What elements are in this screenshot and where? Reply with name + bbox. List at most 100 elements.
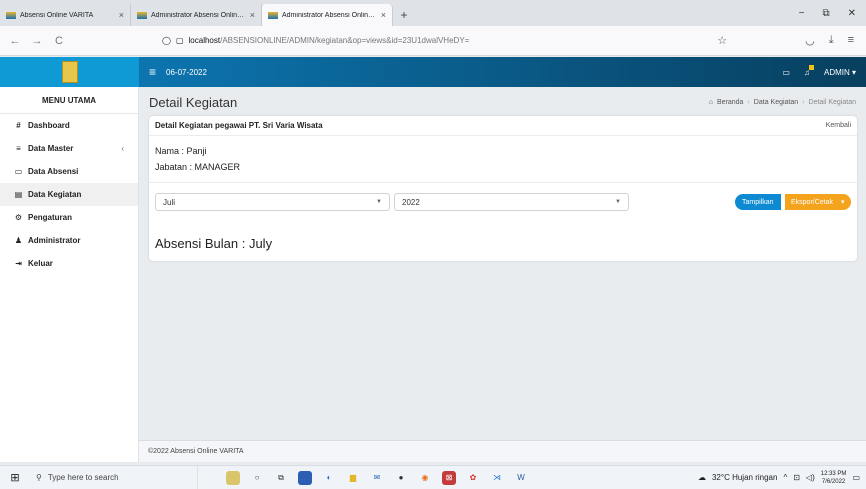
restore-icon[interactable]: ⧉ — [822, 8, 829, 19]
volume-icon[interactable]: ◁) — [806, 473, 815, 482]
dashboard-icon: # — [16, 121, 21, 130]
site-favicon-icon — [6, 11, 16, 19]
notification-bell-icon[interactable]: ♫ — [804, 64, 814, 77]
sidebar-item-pengaturan[interactable]: ⚙ Pengaturan — [0, 206, 138, 229]
sidebar-item-data-kegiatan[interactable]: ▤ Data Kegiatan — [0, 183, 138, 206]
sidebar-item-keluar[interactable]: ⇥ Keluar — [0, 252, 138, 275]
page-icon: ▢ — [175, 36, 184, 45]
browser-tab-2[interactable]: Administrator Absensi Online V × — [131, 4, 262, 26]
close-tab-icon[interactable]: × — [381, 10, 386, 20]
app-header: ≡ 06-07-2022 ▭ ♫ ADMIN ▾ — [0, 57, 866, 87]
notifications-icon[interactable]: ▭ — [852, 473, 860, 482]
clock-date: 7/6/2022 — [821, 478, 846, 485]
windows-start-icon[interactable]: ⊞ — [0, 471, 30, 484]
logo[interactable] — [0, 57, 139, 87]
close-window-icon[interactable]: ✕ — [848, 8, 856, 19]
back-link[interactable]: Kembali — [826, 122, 851, 129]
main-content: Detail Kegiatan ⌂ Beranda › Data Kegiata… — [139, 87, 866, 462]
year-select-value: 2022 — [402, 197, 420, 207]
tab-title: Absensi Online VARITA — [20, 11, 94, 19]
close-tab-icon[interactable]: × — [119, 10, 124, 20]
task-view-icon[interactable]: ⧉ — [274, 471, 288, 485]
monitor-icon[interactable]: ▭ — [782, 68, 790, 77]
widget-icon[interactable] — [226, 470, 240, 485]
sidebar-item-label: Keluar — [28, 259, 53, 268]
hamburger-menu-icon[interactable]: ≡ — [149, 65, 156, 79]
download-icon[interactable]: ⤓ — [829, 34, 834, 47]
employee-name: Nama : Panji — [155, 146, 207, 156]
site-favicon-icon — [137, 11, 147, 19]
show-button[interactable]: Tampilkan — [735, 194, 781, 210]
sidebar: MENU UTAMA # Dashboard ≡ Data Master ‹ ▭… — [0, 87, 139, 462]
breadcrumb: ⌂ Beranda › Data Kegiatan › Detail Kegia… — [709, 99, 856, 106]
sidebar-item-data-absensi[interactable]: ▭ Data Absensi — [0, 160, 138, 183]
breadcrumb-data-kegiatan[interactable]: Data Kegiatan — [754, 99, 798, 106]
taskbar-apps: ○ ⧉ ◐ ▆ ✉ ● ◉ ⊠ ✿ ⋊ W — [226, 470, 528, 485]
sidebar-item-data-master[interactable]: ≡ Data Master ‹ — [0, 137, 138, 160]
tab-title: Administrator Absensi Online V — [151, 11, 246, 19]
new-tab-button[interactable]: + — [393, 4, 415, 26]
sidebar-item-label: Data Kegiatan — [28, 190, 82, 199]
notification-badge — [808, 64, 814, 70]
address-bar[interactable]: ◯ ▢ localhost/ABSENSIONLINE/ADMIN/kegiat… — [162, 36, 709, 45]
firefox-icon[interactable]: ◉ — [418, 471, 432, 485]
taskbar: ⊞ ⚲ Type here to search ○ ⧉ ◐ ▆ ✉ ● ◉ ⊠ … — [0, 465, 866, 489]
browser-tab-3[interactable]: Administrator Absensi Online V × — [262, 4, 393, 26]
vscode-icon[interactable]: ⋊ — [490, 471, 504, 485]
clock-time: 12:33 PM — [820, 470, 847, 477]
breadcrumb-current: Detail Kegiatan — [808, 99, 856, 106]
header-date: 06-07-2022 — [166, 67, 207, 77]
page-title: Detail Kegiatan — [149, 95, 238, 110]
year-select[interactable]: 2022 ▼ — [394, 193, 629, 211]
sidebar-item-label: Data Master — [28, 144, 74, 153]
tab-title: Administrator Absensi Online V — [282, 11, 377, 19]
sidebar-item-administrator[interactable]: ♟ Administrator — [0, 229, 138, 252]
sidebar-item-dashboard[interactable]: # Dashboard — [0, 114, 138, 137]
breadcrumb-beranda[interactable]: Beranda — [717, 99, 743, 106]
calendar-icon: ▭ — [14, 167, 23, 176]
back-icon[interactable]: ← — [8, 35, 22, 47]
pocket-icon[interactable]: ◡ — [805, 34, 815, 47]
browser-toolbar-icons: ◡ ⤓ ≡ — [805, 34, 854, 47]
edge-icon[interactable]: ◐ — [322, 471, 336, 485]
browser-navigation-bar: ← → C ◯ ▢ localhost/ABSENSIONLINE/ADMIN/… — [0, 26, 866, 56]
caret-down-icon: ▾ — [841, 199, 845, 206]
logout-icon: ⇥ — [15, 259, 22, 268]
close-tab-icon[interactable]: × — [250, 10, 255, 20]
system-tray: ☁ 32°C Hujan ringan ^ ⊡ ◁) 12:33 PM 7/6/… — [698, 470, 866, 486]
card-header: Detail Kegiatan pegawai PT. Sri Varia Wi… — [149, 116, 857, 136]
minimize-icon[interactable]: − — [799, 8, 805, 19]
word-icon[interactable]: W — [514, 471, 528, 485]
chevron-down-icon: ▼ — [376, 199, 382, 205]
url-path: /ABSENSIONLINE/ADMIN/kegiatan&op=views&i… — [220, 36, 470, 45]
bookmark-star-icon[interactable]: ☆ — [717, 34, 727, 47]
xampp-icon[interactable]: ⊠ — [442, 470, 456, 485]
window-controls: − ⧉ ✕ — [799, 0, 866, 26]
user-menu[interactable]: ADMIN ▾ — [824, 68, 856, 77]
network-icon[interactable]: ⊡ — [793, 473, 800, 482]
browser-tab-1[interactable]: Absensi Online VARITA × — [0, 4, 131, 26]
media-icon[interactable]: ● — [394, 471, 408, 485]
app-icon[interactable]: ✿ — [466, 471, 480, 485]
taskbar-search[interactable]: ⚲ Type here to search — [30, 465, 198, 489]
forward-icon[interactable]: → — [30, 35, 44, 47]
mail-icon[interactable]: ✉ — [370, 471, 384, 485]
store-icon[interactable] — [298, 470, 312, 485]
tray-chevron-up-icon[interactable]: ^ — [783, 473, 787, 482]
database-icon: ≡ — [16, 144, 21, 153]
file-explorer-icon[interactable]: ▆ — [346, 471, 360, 485]
employee-position: Jabatan : MANAGER — [155, 162, 241, 172]
reload-icon[interactable]: C — [52, 35, 66, 47]
cortana-icon[interactable]: ○ — [250, 471, 264, 485]
browser-menu-icon[interactable]: ≡ — [848, 34, 854, 47]
clock[interactable]: 12:33 PM 7/6/2022 — [821, 470, 847, 486]
month-select[interactable]: Juli ▼ — [155, 193, 390, 211]
breadcrumb-separator: › — [747, 99, 750, 106]
varita-logo-icon — [61, 61, 78, 83]
gear-icon: ⚙ — [14, 213, 23, 222]
home-icon: ⌂ — [708, 99, 713, 106]
export-print-button[interactable]: Ekspor/Cetak ▾ — [785, 194, 851, 210]
sidebar-title: MENU UTAMA — [0, 87, 138, 114]
shield-icon: ◯ — [162, 36, 171, 45]
weather-text[interactable]: 32°C Hujan ringan — [712, 473, 777, 482]
